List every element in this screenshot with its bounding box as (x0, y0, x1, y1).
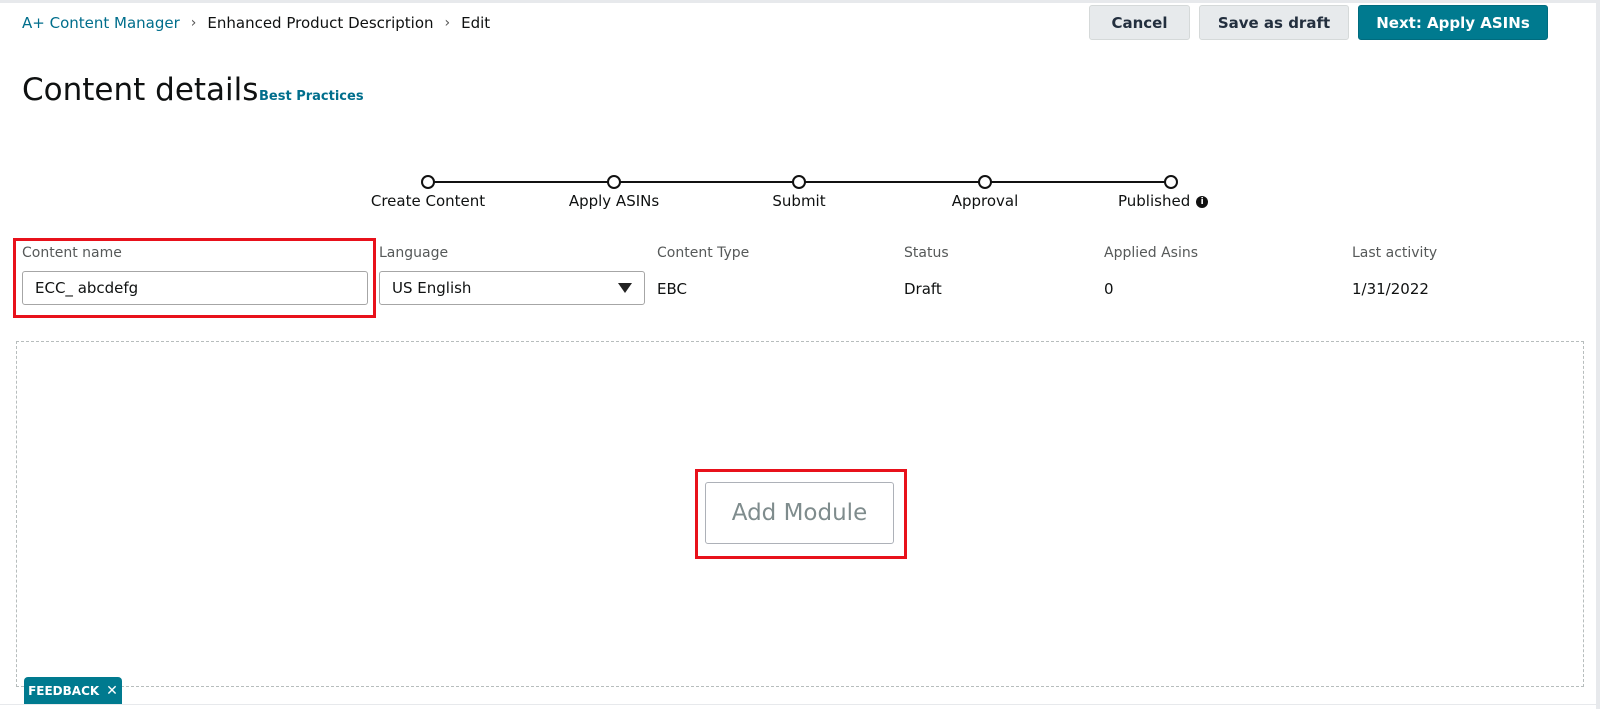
step-label-submit: Submit (772, 192, 826, 210)
language-select[interactable]: US English (379, 271, 645, 305)
breadcrumb: A+ Content Manager › Enhanced Product De… (22, 12, 490, 34)
step-label-apply-asins: Apply ASINs (568, 192, 660, 210)
content-name-input[interactable] (22, 271, 368, 305)
close-icon[interactable]: ✕ (106, 683, 118, 699)
cancel-button[interactable]: Cancel (1089, 5, 1190, 40)
language-label: Language (379, 245, 449, 261)
content-type-label: Content Type (657, 245, 750, 261)
content-name-label: Content name (22, 245, 122, 261)
step-label-approval: Approval (951, 192, 1019, 210)
dropdown-arrow-icon (618, 283, 632, 293)
next-apply-asins-button[interactable]: Next: Apply ASINs (1358, 5, 1548, 40)
breadcrumb-link-content-manager[interactable]: A+ Content Manager (22, 14, 180, 32)
breadcrumb-separator-icon: › (444, 15, 451, 31)
breadcrumb-item-edit: Edit (461, 14, 491, 32)
content-type-value: EBC (657, 280, 687, 298)
last-activity-value: 1/31/2022 (1352, 280, 1429, 298)
applied-asins-value: 0 (1104, 280, 1114, 298)
save-as-draft-button[interactable]: Save as draft (1199, 5, 1349, 40)
step-node-apply-asins (607, 175, 621, 189)
feedback-button[interactable]: FEEDBACK ✕ (24, 677, 122, 704)
top-divider (0, 0, 1600, 3)
best-practices-link[interactable]: Best Practices (259, 89, 364, 104)
bottom-divider (0, 704, 1600, 705)
status-value: Draft (904, 280, 942, 298)
step-node-create-content (421, 175, 435, 189)
applied-asins-label: Applied Asins (1104, 245, 1199, 261)
language-select-value: US English (392, 279, 472, 297)
step-label-create-content: Create Content (370, 192, 486, 210)
step-label-published-text: Published (1118, 192, 1191, 210)
breadcrumb-item-enhanced-description: Enhanced Product Description (207, 14, 434, 32)
step-label-published: Published i (1118, 192, 1209, 210)
step-node-approval (978, 175, 992, 189)
right-scroll-edge (1596, 0, 1600, 709)
info-icon[interactable]: i (1196, 195, 1209, 208)
feedback-label: FEEDBACK (28, 683, 100, 698)
add-module-button[interactable]: Add Module (705, 482, 894, 544)
status-label: Status (904, 245, 949, 261)
last-activity-label: Last activity (1352, 245, 1438, 261)
page: A+ Content Manager › Enhanced Product De… (0, 0, 1600, 709)
breadcrumb-separator-icon: › (190, 15, 197, 31)
step-node-submit (792, 175, 806, 189)
step-node-published (1164, 175, 1178, 189)
page-title: Content details (22, 72, 259, 108)
